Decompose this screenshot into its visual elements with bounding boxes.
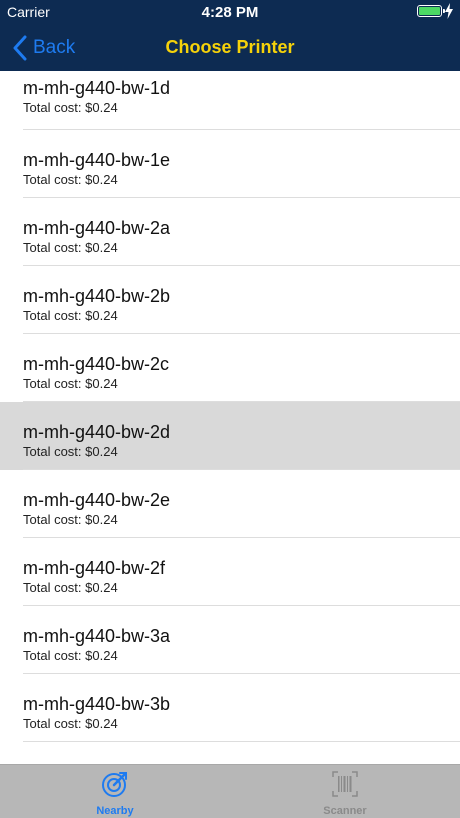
printer-row[interactable]: m-mh-g440-bw-1e Total cost: $0.24 — [0, 130, 460, 198]
printer-row[interactable]: m-mh-g440-bw-3b Total cost: $0.24 — [0, 674, 460, 742]
printer-name: m-mh-g440-bw-1e — [23, 150, 171, 170]
printer-name: m-mh-g440-bw-2f — [23, 558, 166, 578]
tab-nearby-label: Nearby — [96, 805, 134, 817]
printer-row[interactable]: m-mh-g440-bw-2a Total cost: $0.24 — [0, 198, 460, 266]
printer-row[interactable]: m-mh-g440-bw-2d Total cost: $0.24 — [0, 402, 460, 470]
printer-name: m-mh-g440-bw-1d — [23, 78, 171, 98]
printer-cost: Total cost: $0.24 — [23, 308, 118, 323]
printer-row[interactable]: m-mh-g440-bw-1d Total cost: $0.24 — [0, 71, 460, 130]
radar-icon — [102, 772, 127, 797]
navigation-bar: Back Choose Printer — [0, 24, 460, 71]
tab-bar: Nearby Scanner — [0, 764, 460, 818]
status-bar: Carrier 4:28 PM — [0, 0, 460, 24]
printer-name: m-mh-g440-bw-3a — [23, 626, 171, 646]
printer-cost: Total cost: $0.24 — [23, 444, 118, 459]
printer-cost: Total cost: $0.24 — [23, 580, 118, 595]
printer-name: m-mh-g440-bw-2e — [23, 490, 171, 510]
printer-name: m-mh-g440-bw-2c — [23, 354, 170, 374]
printer-name: m-mh-g440-bw-3b — [23, 694, 171, 714]
printer-cost: Total cost: $0.24 — [23, 376, 118, 391]
printer-name: m-mh-g440-bw-2d — [23, 422, 171, 442]
printer-row[interactable]: m-mh-g440-bw-2b Total cost: $0.24 — [0, 266, 460, 334]
tab-scanner[interactable]: Scanner — [230, 765, 460, 818]
charging-bolt-icon — [445, 3, 453, 19]
status-time: 4:28 PM — [201, 4, 259, 21]
printer-cost: Total cost: $0.24 — [23, 716, 118, 731]
battery-icon — [417, 5, 445, 17]
printer-row[interactable]: m-mh-g440-bw-2c Total cost: $0.24 — [0, 334, 460, 402]
tab-scanner-label: Scanner — [323, 805, 367, 817]
printer-cost: Total cost: $0.24 — [23, 648, 118, 663]
printer-row[interactable]: m-mh-g440-bw-3cTotal cost: $0.24 — [0, 742, 460, 764]
printer-row[interactable]: m-mh-g440-bw-2e Total cost: $0.24 — [0, 470, 460, 538]
printer-name: m-mh-g440-bw-2b — [23, 286, 171, 306]
printer-cost: Total cost: $0.24 — [23, 240, 118, 255]
page-title: Choose Printer — [165, 37, 295, 57]
printer-row[interactable]: m-mh-g440-bw-2f Total cost: $0.24 — [0, 538, 460, 606]
printer-cost: Total cost: $0.24 — [23, 172, 118, 187]
printer-list[interactable]: m-mh-g440-bw-1d Total cost: $0.24 m-mh-g44… — [0, 71, 460, 764]
printer-cost: Total cost: $0.24 — [23, 100, 118, 115]
barcode-scanner-icon — [332, 771, 358, 797]
printer-row[interactable]: m-mh-g440-bw-3a Total cost: $0.24 — [0, 606, 460, 674]
tab-nearby[interactable]: Nearby — [0, 765, 230, 818]
printer-cost: Total cost: $0.24 — [23, 512, 118, 527]
printer-name: m-mh-g440-bw-2a — [23, 218, 171, 238]
